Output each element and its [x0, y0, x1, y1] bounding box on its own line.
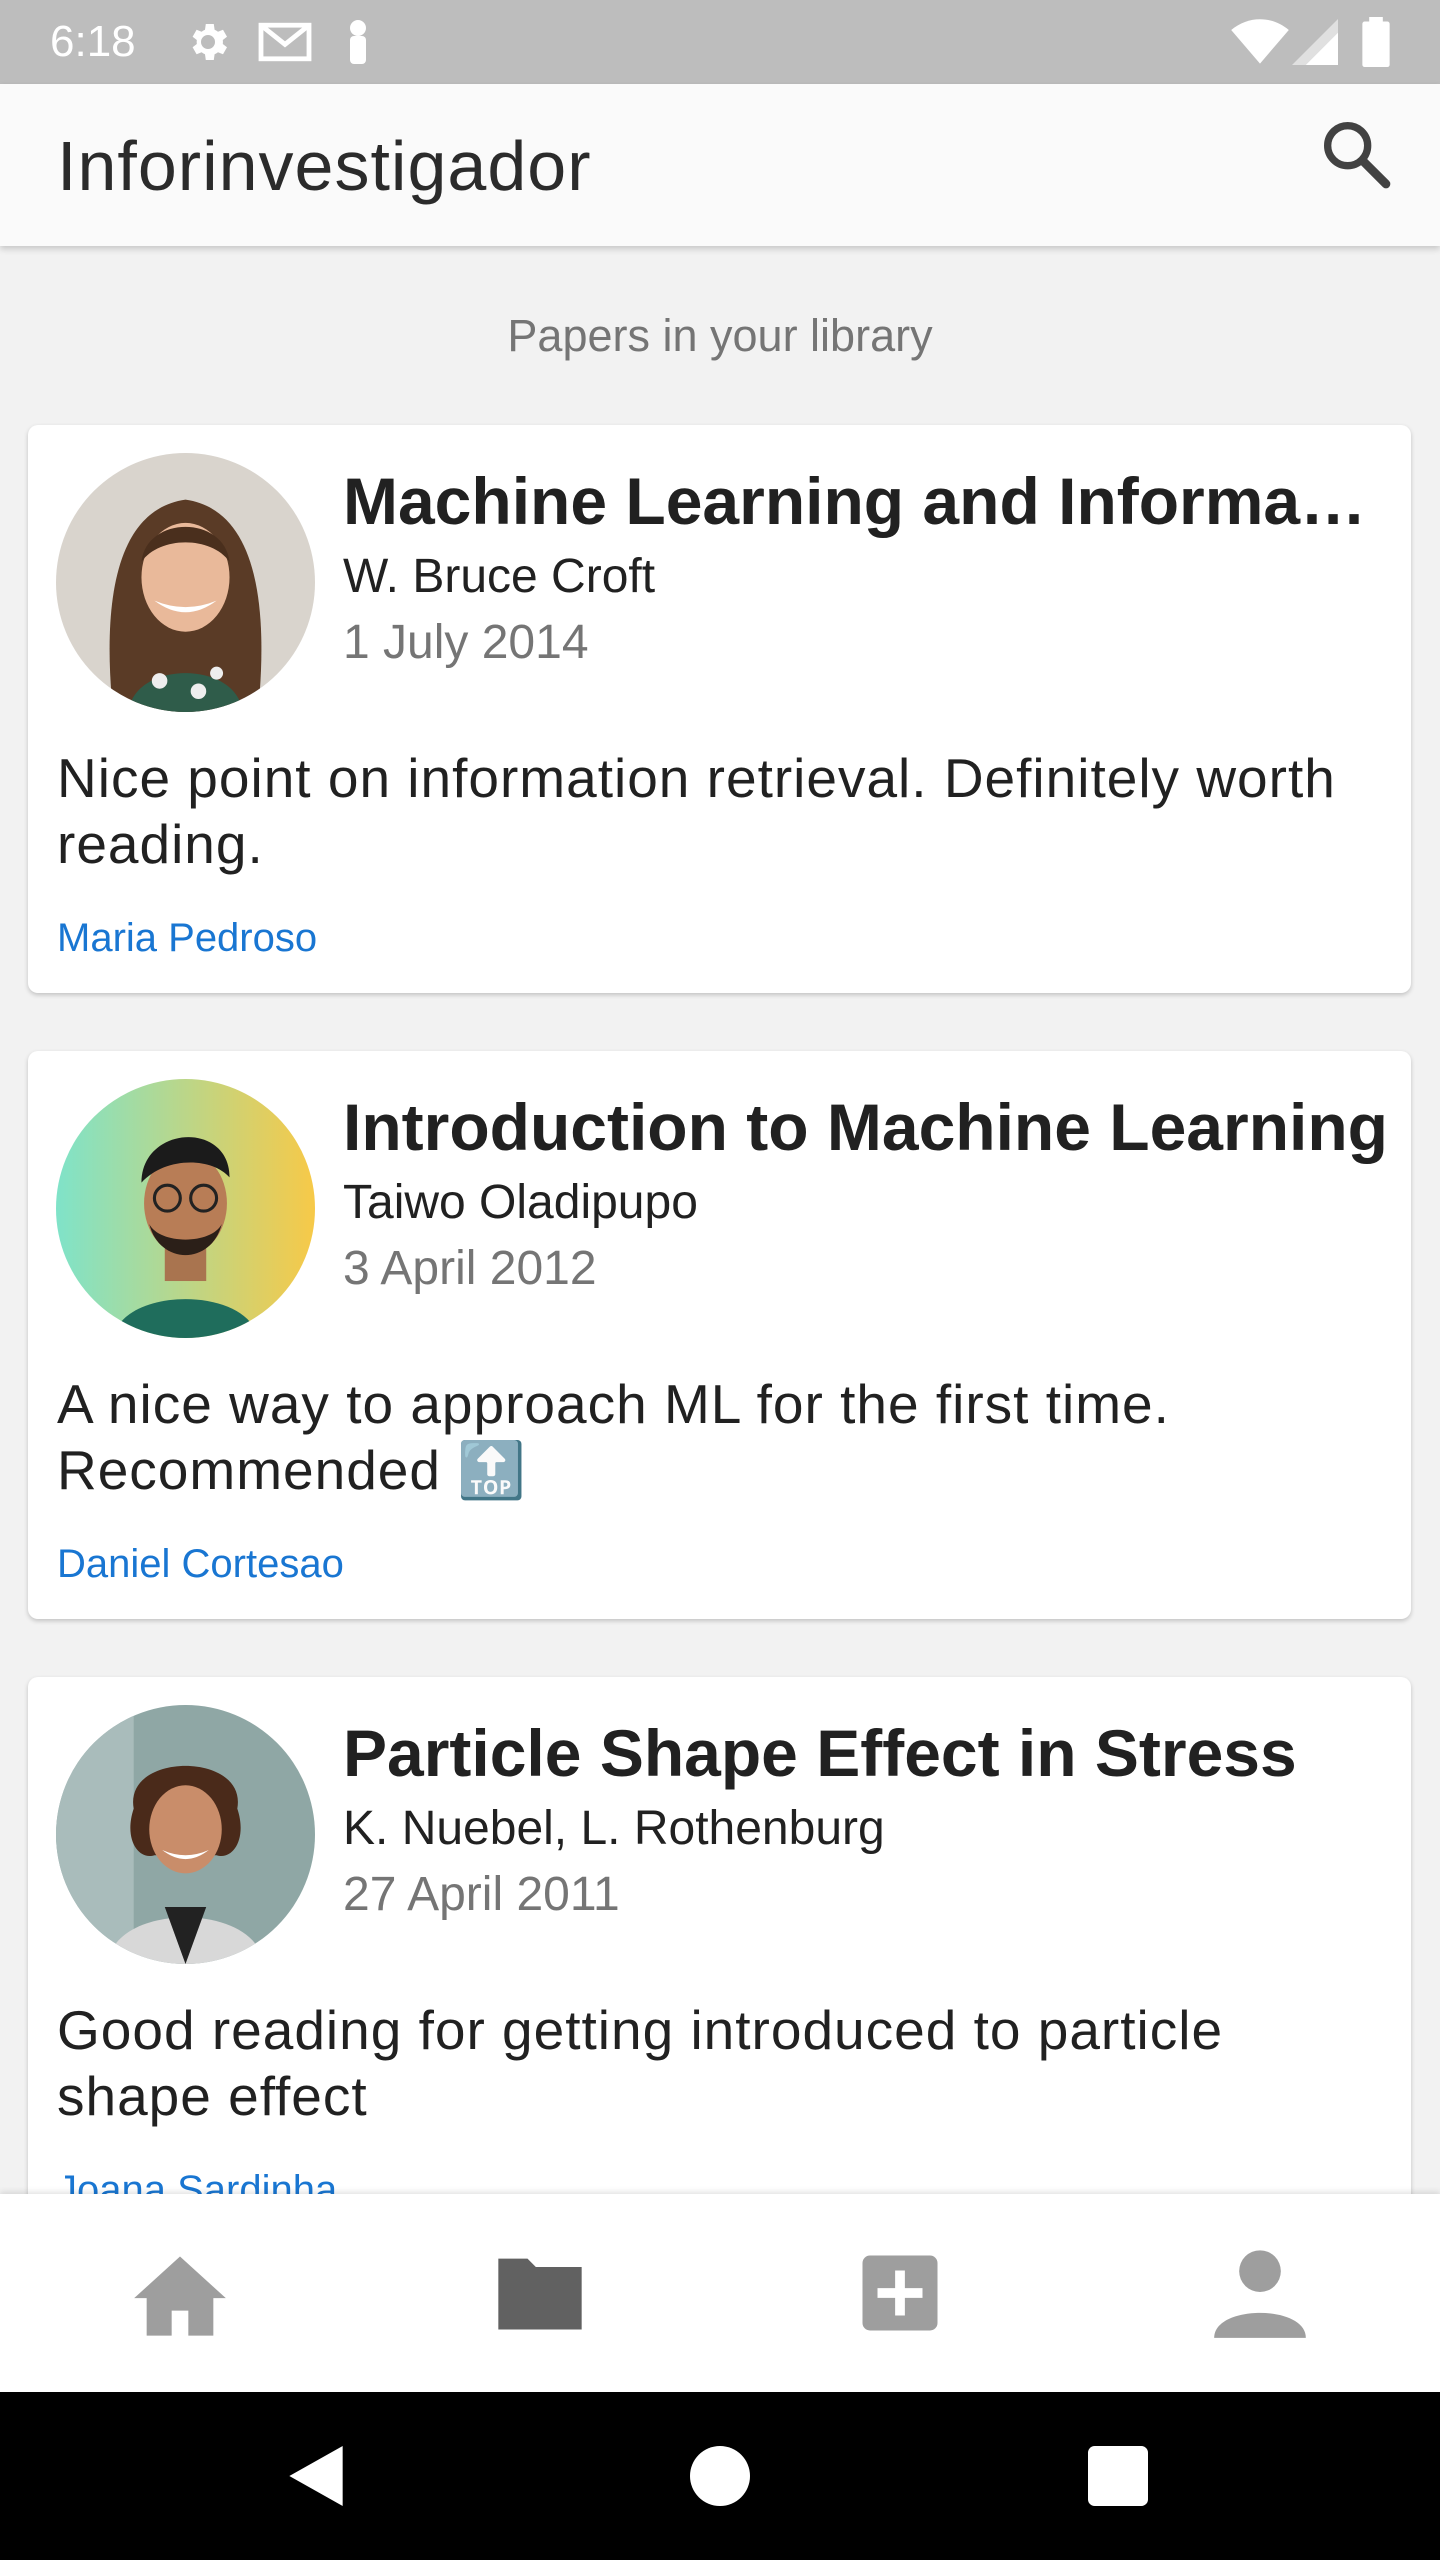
- review-text: Nice point on information retrieval. Def…: [57, 747, 1336, 875]
- nav-home[interactable]: [0, 2194, 360, 2392]
- home-icon: [134, 2256, 226, 2336]
- back-icon[interactable]: [276, 2436, 356, 2516]
- status-time: 6:18: [50, 17, 136, 66]
- paper-date: 27 April 2011: [343, 1868, 620, 1921]
- folder-icon: [498, 2258, 582, 2330]
- mail-icon: [258, 22, 312, 62]
- nav-library[interactable]: [360, 2194, 720, 2392]
- reviewer-link[interactable]: Daniel Cortesao: [57, 1539, 344, 1589]
- search-icon: [1324, 121, 1391, 189]
- status-bar: 6:18: [0, 0, 1440, 84]
- wifi-icon: [1231, 19, 1289, 64]
- avatar: [56, 1705, 315, 1964]
- paper-title: Machine Learning and Information Retriev…: [343, 464, 1388, 538]
- review-text: A nice way to approach ML for the first …: [57, 1373, 1170, 1501]
- paper-title: Particle Shape Effect in Stress: [343, 1716, 1297, 1790]
- avatar: [56, 1079, 315, 1338]
- paper-date: 3 April 2012: [343, 1242, 597, 1295]
- section-label: Papers in your library: [507, 310, 933, 361]
- add-box-icon: [862, 2255, 938, 2331]
- person-icon: [1214, 2250, 1306, 2338]
- home-circle-icon[interactable]: [680, 2436, 760, 2516]
- app-bar: Inforinvestigador: [0, 84, 1440, 246]
- reviewer-link[interactable]: Maria Pedroso: [57, 913, 317, 963]
- nav-add[interactable]: [720, 2194, 1080, 2392]
- signal-icon: [1292, 19, 1338, 65]
- bottom-navigation: [0, 2194, 1440, 2392]
- search-button[interactable]: [1316, 114, 1396, 194]
- paper-date: 1 July 2014: [343, 616, 589, 669]
- paper-authors: W. Bruce Croft: [343, 550, 656, 603]
- nav-profile[interactable]: [1080, 2194, 1440, 2392]
- system-navigation-bar: [0, 2392, 1440, 2560]
- avatar: [56, 453, 315, 712]
- review-text: Good reading for getting introduced to p…: [57, 1999, 1224, 2127]
- paper-authors: K. Nuebel, L. Rothenburg: [343, 1802, 885, 1855]
- recents-icon[interactable]: [1078, 2436, 1158, 2516]
- paper-authors: Taiwo Oladipupo: [343, 1176, 698, 1229]
- paper-card[interactable]: Particle Shape Effect in Stress K. Nuebe…: [28, 1677, 1411, 2245]
- paper-card[interactable]: Machine Learning and Information Retriev…: [28, 425, 1411, 993]
- settings-icon: [192, 24, 227, 60]
- paper-title: Introduction to Machine Learning: [343, 1090, 1388, 1164]
- paper-card[interactable]: Introduction to Machine Learning Taiwo O…: [28, 1051, 1411, 1619]
- app-title: Inforinvestigador: [57, 127, 592, 205]
- battery-icon: [1362, 17, 1390, 67]
- notification-icon: [350, 20, 366, 64]
